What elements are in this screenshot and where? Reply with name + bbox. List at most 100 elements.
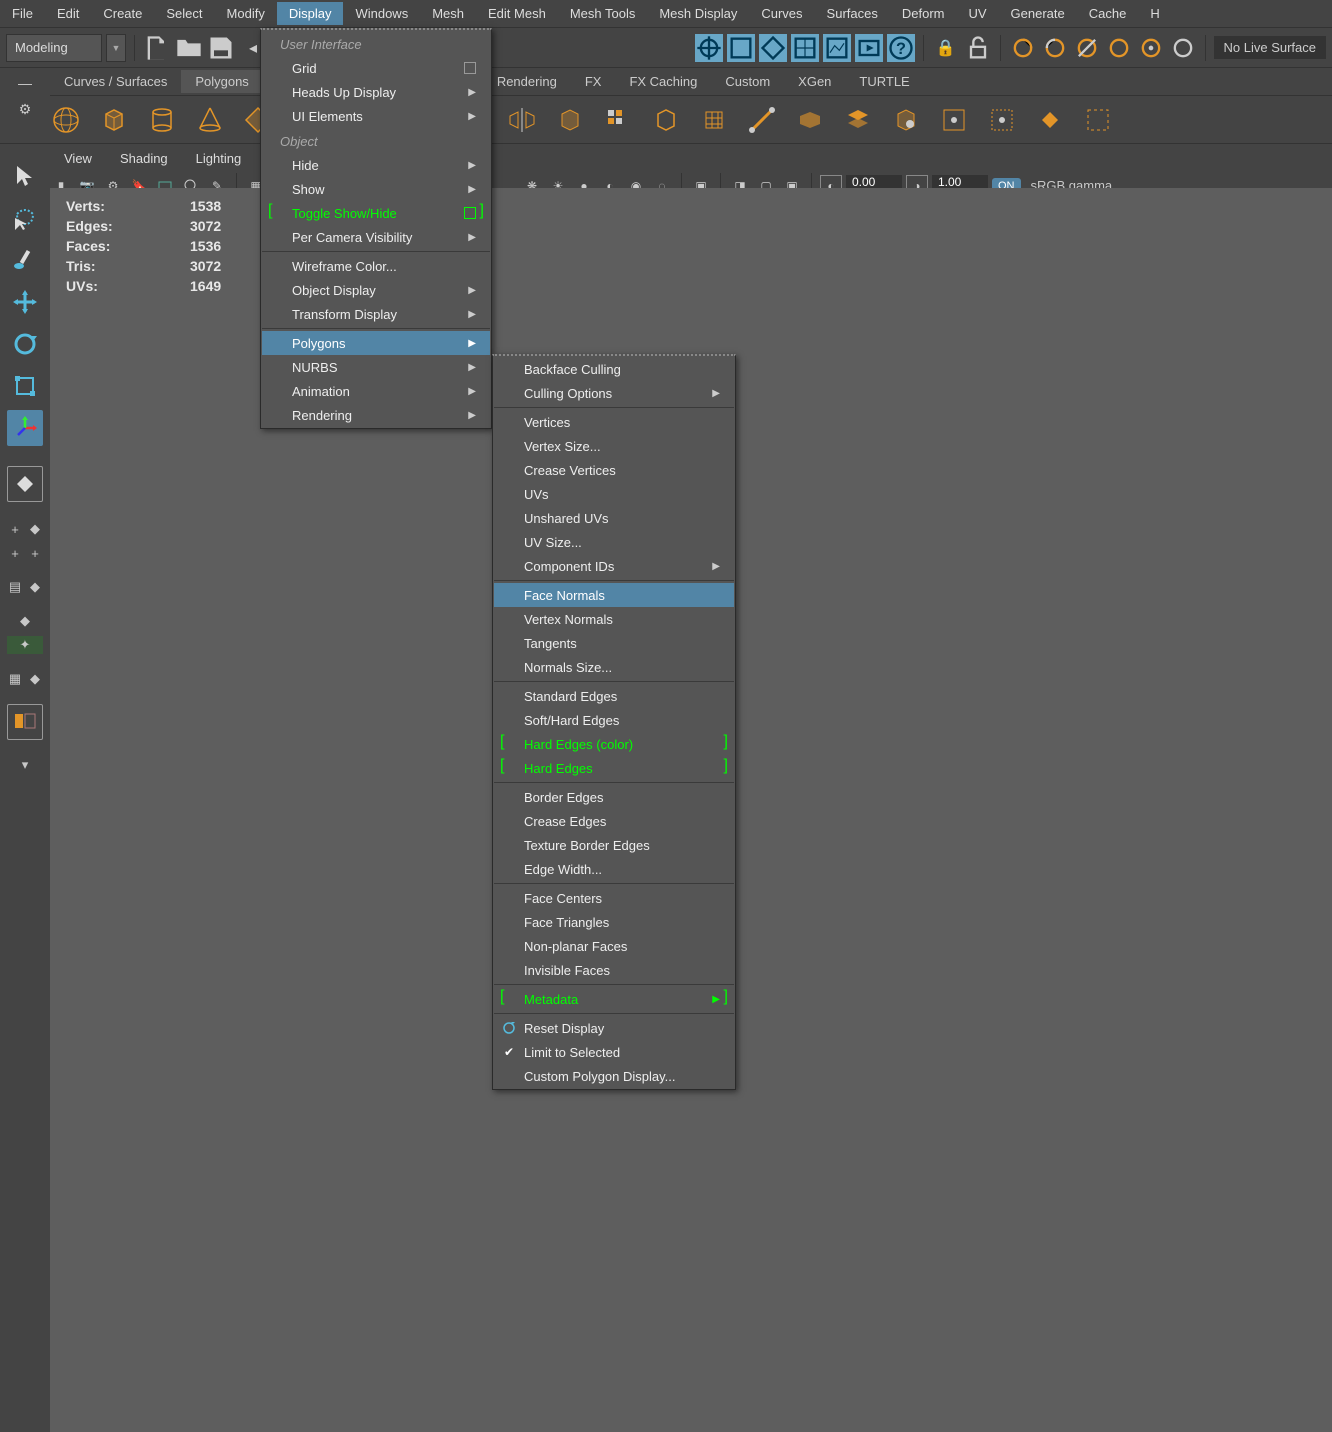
menubar-item-file[interactable]: File: [0, 2, 45, 25]
save-scene-icon[interactable]: [207, 34, 235, 62]
outliner-icon[interactable]: [7, 704, 43, 740]
menu-item-hard-edges-color[interactable]: Hard Edges (color): [494, 732, 734, 756]
menu-item-uv-size[interactable]: UV Size...: [494, 530, 734, 554]
sym-icon-2[interactable]: [1041, 34, 1069, 62]
menu-item-rendering[interactable]: Rendering▶: [262, 403, 490, 427]
lock-icon[interactable]: 🔒: [932, 34, 960, 62]
chevron-down-icon[interactable]: ▾: [7, 756, 43, 774]
menu-item-unshared-uvs[interactable]: Unshared UVs: [494, 506, 734, 530]
shelf-icon-delete[interactable]: [1082, 104, 1114, 136]
shelf-icon-layers[interactable]: [842, 104, 874, 136]
menubar-item-edit[interactable]: Edit: [45, 2, 91, 25]
menu-item-edge-width[interactable]: Edge Width...: [494, 857, 734, 881]
menubar-item-mesh-tools[interactable]: Mesh Tools: [558, 2, 648, 25]
snap-icon-4[interactable]: [791, 34, 819, 62]
menu-item-nurbs[interactable]: NURBS▶: [262, 355, 490, 379]
shelf-tab-curves-surfaces[interactable]: Curves / Surfaces: [50, 70, 181, 93]
sym-icon-5[interactable]: [1137, 34, 1165, 62]
paint-select-tool-icon[interactable]: [7, 242, 43, 278]
snap-icon-3[interactable]: [759, 34, 787, 62]
shelf-tab-rendering[interactable]: Rendering: [483, 70, 571, 93]
panel-tab-view[interactable]: View: [50, 147, 106, 170]
menu-item-face-centers[interactable]: Face Centers: [494, 886, 734, 910]
menu-item-texture-border-edges[interactable]: Texture Border Edges: [494, 833, 734, 857]
layout-icon-1[interactable]: ▤: [6, 578, 24, 596]
layout-icon-2[interactable]: ◆: [26, 578, 44, 596]
menubar-item-generate[interactable]: Generate: [999, 2, 1077, 25]
menubar-item-select[interactable]: Select: [154, 2, 214, 25]
shelf-settings-icon[interactable]: ⚙: [13, 98, 37, 120]
last-tool-icon[interactable]: [7, 410, 43, 446]
menu-item-tangents[interactable]: Tangents: [494, 631, 734, 655]
menu-item-standard-edges[interactable]: Standard Edges: [494, 684, 734, 708]
shelf-icon-merge[interactable]: [890, 104, 922, 136]
menubar-item-surfaces[interactable]: Surfaces: [815, 2, 890, 25]
mode-selector[interactable]: Modeling: [6, 34, 102, 62]
shelf-icon-smooth[interactable]: [554, 104, 586, 136]
shelf-tab-polygons[interactable]: Polygons: [181, 70, 262, 93]
menu-item-non-planar-faces[interactable]: Non-planar Faces: [494, 934, 734, 958]
menu-item-animation[interactable]: Animation▶: [262, 379, 490, 403]
menu-item-polygons[interactable]: Polygons▶: [262, 331, 490, 355]
menu-item-vertices[interactable]: Vertices: [494, 410, 734, 434]
menu-item-object-display[interactable]: Object Display▶: [262, 278, 490, 302]
menu-item-invisible-faces[interactable]: Invisible Faces: [494, 958, 734, 982]
menu-item-backface-culling[interactable]: Backface Culling: [494, 357, 734, 381]
menubar-item-deform[interactable]: Deform: [890, 2, 957, 25]
menu-item-vertex-normals[interactable]: Vertex Normals: [494, 607, 734, 631]
menu-item-reset-display[interactable]: Reset Display: [494, 1016, 734, 1040]
menu-item-hide[interactable]: Hide▶: [262, 153, 490, 177]
shelf-icon-bevel[interactable]: [746, 104, 778, 136]
poly-cylinder-icon[interactable]: [146, 104, 178, 136]
menubar-item-h[interactable]: H: [1138, 2, 1171, 25]
shelf-collapse-icon[interactable]: —: [13, 72, 37, 94]
snap-diamond-icon[interactable]: ◆: [26, 520, 44, 538]
menu-item-border-edges[interactable]: Border Edges: [494, 785, 734, 809]
snap-icon-2[interactable]: [727, 34, 755, 62]
shelf-icon-mirror[interactable]: [506, 104, 538, 136]
mode-dropdown-icon[interactable]: ▼: [106, 34, 126, 62]
menu-item-ui-elements[interactable]: UI Elements▶: [262, 104, 490, 128]
panel-tab-shading[interactable]: Shading: [106, 147, 182, 170]
menu-item-limit-to-selected[interactable]: ✔Limit to Selected: [494, 1040, 734, 1064]
lasso-tool-icon[interactable]: [7, 200, 43, 236]
menubar-item-display[interactable]: Display: [277, 2, 344, 25]
menu-item-crease-vertices[interactable]: Crease Vertices: [494, 458, 734, 482]
menu-item-face-normals[interactable]: Face Normals: [494, 583, 734, 607]
menubar-item-windows[interactable]: Windows: [343, 2, 420, 25]
live-surface-label[interactable]: No Live Surface: [1214, 36, 1327, 59]
menu-item-metadata[interactable]: Metadata▶: [494, 987, 734, 1011]
menu-item-soft-hard-edges[interactable]: Soft/Hard Edges: [494, 708, 734, 732]
menu-item-custom-polygon-display[interactable]: Custom Polygon Display...: [494, 1064, 734, 1088]
menu-item-crease-edges[interactable]: Crease Edges: [494, 809, 734, 833]
shelf-icon-extrude[interactable]: [698, 104, 730, 136]
poly-cone-icon[interactable]: [194, 104, 226, 136]
layout-icon-4[interactable]: ◆: [26, 670, 44, 688]
single-pane-icon[interactable]: ◆: [7, 612, 43, 630]
panel-tab-lighting[interactable]: Lighting: [182, 147, 256, 170]
menubar-item-cache[interactable]: Cache: [1077, 2, 1139, 25]
menubar-item-uv[interactable]: UV: [956, 2, 998, 25]
menu-item-grid[interactable]: Grid: [262, 56, 490, 80]
shelf-icon-target-2[interactable]: [986, 104, 1018, 136]
select-tool-icon[interactable]: [7, 158, 43, 194]
shelf-icon-collapse[interactable]: [1034, 104, 1066, 136]
four-pane-icon[interactable]: ✦: [7, 636, 43, 654]
menu-item-per-camera-visibility[interactable]: Per Camera Visibility▶: [262, 225, 490, 249]
menu-item-hud[interactable]: Heads Up Display▶: [262, 80, 490, 104]
menu-item-show[interactable]: Show▶: [262, 177, 490, 201]
shelf-icon-separate[interactable]: [650, 104, 682, 136]
snap-icon-6[interactable]: [855, 34, 883, 62]
menu-item-transform-display[interactable]: Transform Display▶: [262, 302, 490, 326]
menubar-item-mesh[interactable]: Mesh: [420, 2, 476, 25]
soft-select-icon[interactable]: [7, 466, 43, 502]
shelf-icon-target-1[interactable]: [938, 104, 970, 136]
shelf-tab-turtle[interactable]: TURTLE: [845, 70, 923, 93]
menubar-item-mesh-display[interactable]: Mesh Display: [647, 2, 749, 25]
shelf-tab-fx[interactable]: FX: [571, 70, 616, 93]
scale-tool-icon[interactable]: [7, 368, 43, 404]
menu-item-uvs[interactable]: UVs: [494, 482, 734, 506]
menubar-item-curves[interactable]: Curves: [749, 2, 814, 25]
poly-cube-icon[interactable]: [98, 104, 130, 136]
shelf-icon-bridge[interactable]: [794, 104, 826, 136]
